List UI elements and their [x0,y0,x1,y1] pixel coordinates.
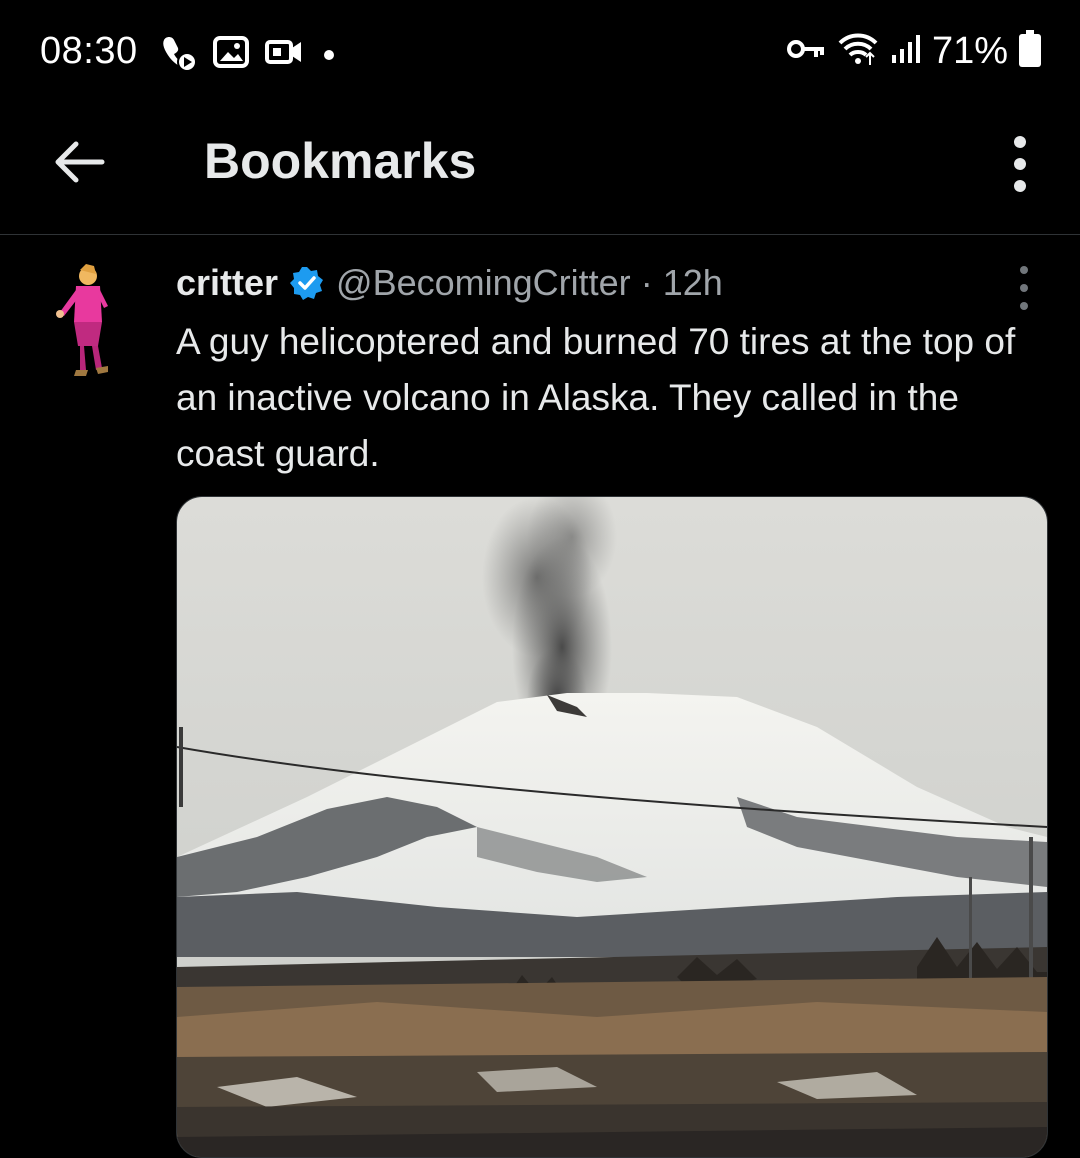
phone-play-icon [158,32,198,77]
meta-separator: · [640,262,653,303]
wifi-icon [836,31,880,72]
video-icon [264,34,304,75]
vpn-key-icon [786,35,826,68]
tweet[interactable]: critter @BecomingCritter · 12h A guy hel… [0,236,1080,1158]
signal-icon [890,33,922,70]
verified-badge-icon [290,267,324,300]
tweet-more-button[interactable] [1014,266,1034,310]
battery-percent: 71% [931,30,1008,72]
notification-dot [324,49,334,60]
status-time: 08:30 [40,30,138,72]
tweet-text: A guy helicoptered and burned 70 tires a… [176,321,1016,474]
more-vertical-icon [1014,136,1026,148]
page-title: Bookmarks [204,133,477,189]
tweet-header: critter @BecomingCritter · 12h [176,262,723,304]
status-notification-icons [158,32,334,77]
author-name[interactable]: critter [176,262,278,304]
status-bar: 08:30 71% [0,0,1080,104]
tweet-time[interactable]: 12h [663,262,723,304]
status-system-icons: 71% [786,30,1042,73]
avatar[interactable] [50,262,120,378]
more-vertical-icon [1020,266,1028,274]
author-handle[interactable]: @BecomingCritter [336,262,631,304]
volcano-photo [177,497,1047,1157]
arrow-left-icon [55,141,105,183]
tweet-media-photo[interactable] [176,496,1048,1158]
gallery-icon [212,34,250,75]
more-options-button[interactable] [996,128,1044,200]
top-app-bar: Bookmarks [0,104,1080,235]
back-button[interactable] [48,130,112,194]
battery-icon [1018,30,1042,73]
